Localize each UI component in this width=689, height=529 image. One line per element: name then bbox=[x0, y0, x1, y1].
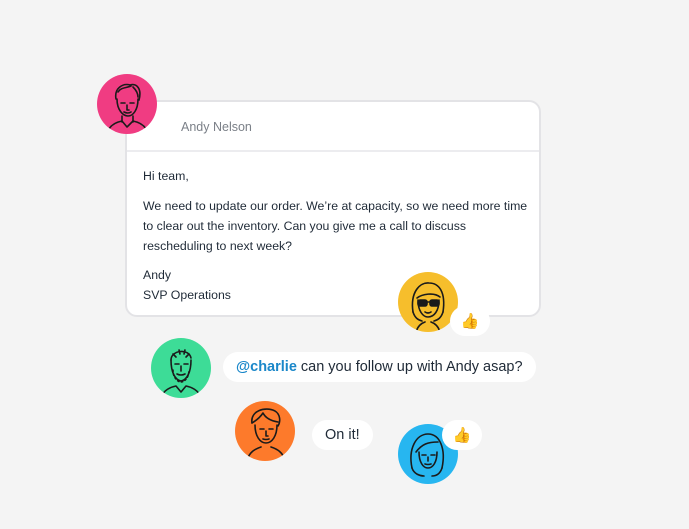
thumbs-up-icon: 👍 bbox=[452, 427, 472, 444]
avatar-sunglasses bbox=[398, 272, 458, 332]
avatar-andy bbox=[97, 74, 157, 134]
chat-message-text: can you follow up with Andy asap? bbox=[300, 359, 523, 375]
email-header: Andy Nelson bbox=[127, 102, 539, 152]
sender-name: Andy Nelson bbox=[181, 120, 252, 134]
email-card[interactable]: Andy Nelson Hi team, We need to update o… bbox=[125, 100, 541, 317]
thumbs-up-reaction-email[interactable]: 👍 bbox=[450, 306, 490, 336]
email-signature-title: SVP Operations bbox=[143, 288, 231, 302]
email-greeting: Hi team, bbox=[143, 169, 189, 183]
avatar-green bbox=[151, 338, 211, 398]
chat-message-mention[interactable]: @charlie can you follow up with Andy asa… bbox=[223, 352, 536, 382]
thumbs-up-reaction-reply[interactable]: 👍 bbox=[442, 420, 482, 450]
chat-reply-text: On it! bbox=[325, 427, 360, 443]
avatar-orange bbox=[235, 401, 295, 461]
email-body: Hi team, We need to update our order. We… bbox=[143, 166, 528, 305]
email-message: We need to update our order. We’re at ca… bbox=[143, 199, 528, 253]
mention-charlie[interactable]: @charlie bbox=[236, 359, 297, 375]
thumbs-up-icon: 👍 bbox=[460, 313, 480, 330]
chat-message-reply[interactable]: On it! bbox=[312, 420, 373, 450]
email-signature-name: Andy bbox=[143, 268, 172, 282]
